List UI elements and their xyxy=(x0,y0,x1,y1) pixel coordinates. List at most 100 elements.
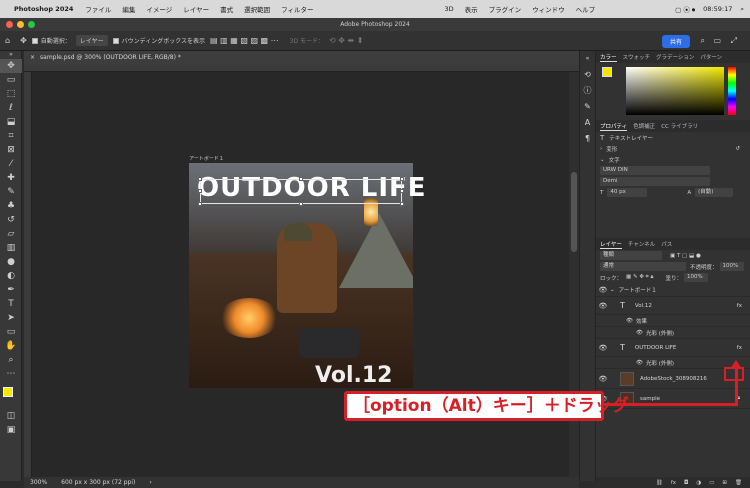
layer-row-vol12[interactable]: 👁︎ T Vol.12 fx xyxy=(596,297,750,315)
chevron-down-icon[interactable]: ⌄ xyxy=(600,157,605,163)
expand-icon[interactable]: ⤢ xyxy=(731,36,737,46)
paragraph-panel-icon[interactable]: ¶ xyxy=(580,131,595,147)
visibility-eye-icon[interactable]: 👁︎ xyxy=(636,360,643,366)
character-label[interactable]: 文字 xyxy=(609,156,620,164)
transform-section[interactable]: › 変形 ↺ xyxy=(596,143,750,154)
menu-view[interactable]: 表示 xyxy=(465,4,478,14)
menu-3d[interactable]: 3D xyxy=(444,5,453,13)
document-tab-title[interactable]: sample.psd @ 300% (OUTDOOR LIFE, RGB/8) … xyxy=(40,54,181,61)
add-mask-icon[interactable]: ◘ xyxy=(684,480,688,486)
transform-label[interactable]: 変形 xyxy=(606,145,617,153)
tab-libraries[interactable]: CC ライブラリ xyxy=(661,122,698,130)
zoom-tool-icon[interactable]: ⌕ xyxy=(0,353,22,367)
home-icon[interactable]: ⌂ xyxy=(5,36,10,45)
tab-properties[interactable]: プロパティ xyxy=(600,122,628,131)
maximize-window-icon[interactable] xyxy=(28,21,35,28)
layer-filter-icons[interactable]: ▣ T ▢ ⬓ ● xyxy=(670,253,701,259)
path-select-tool-icon[interactable]: ➤ xyxy=(0,311,22,325)
quick-mask-icon[interactable]: ◫ xyxy=(0,409,22,423)
menu-edit[interactable]: 編集 xyxy=(122,4,135,14)
chevron-down-icon[interactable]: ⌄ xyxy=(610,287,615,293)
visibility-eye-icon[interactable]: 👁︎ xyxy=(626,318,633,324)
bounding-box-checkbox[interactable] xyxy=(112,37,119,44)
tab-patterns[interactable]: パターン xyxy=(700,53,722,61)
effect-name[interactable]: 光彩 (外側) xyxy=(646,329,674,337)
menu-window[interactable]: ウィンドウ xyxy=(532,4,565,14)
crop-tool-icon[interactable]: ⌗ xyxy=(0,129,22,143)
info-panel-icon[interactable]: ⓘ xyxy=(580,83,595,99)
menu-file[interactable]: ファイル xyxy=(85,4,111,14)
app-name-menu[interactable]: Photoshop 2024 xyxy=(14,5,73,13)
effects-row[interactable]: 👁︎ 効果 xyxy=(596,315,750,327)
stamp-tool-icon[interactable]: ♣ xyxy=(0,199,22,213)
character-panel-icon[interactable]: A xyxy=(580,115,595,131)
vol-text-layer[interactable]: Vol.12 xyxy=(315,365,392,387)
tab-layers[interactable]: レイヤー xyxy=(600,240,622,249)
tab-adjustments[interactable]: 色調補正 xyxy=(633,122,655,130)
visibility-eye-icon[interactable]: 👁︎ xyxy=(596,286,610,294)
tab-color[interactable]: カラー xyxy=(600,53,617,62)
search-icon[interactable]: ⌕ xyxy=(740,5,744,14)
object-select-tool-icon[interactable]: ⬓ xyxy=(0,115,22,129)
tab-swatches[interactable]: スウォッチ xyxy=(623,53,651,61)
scrollbar-thumb[interactable] xyxy=(571,172,577,252)
menu-layer[interactable]: レイヤー xyxy=(183,4,209,14)
panel-grip-icon[interactable]: « xyxy=(580,51,595,67)
transform-handle[interactable] xyxy=(198,202,202,206)
trash-icon[interactable]: 🗑︎ xyxy=(735,480,742,486)
eyedropper-tool-icon[interactable]: ⁄ xyxy=(0,157,22,171)
transform-bounding-box[interactable] xyxy=(198,177,404,206)
foreground-color-chip[interactable] xyxy=(602,67,612,77)
screen-mode-icon[interactable]: ▣ xyxy=(0,423,22,437)
saturation-field[interactable] xyxy=(626,67,724,115)
more-tools-icon[interactable]: ⋯ xyxy=(0,367,22,381)
artboard-label[interactable]: アートボード１ xyxy=(189,155,224,162)
effect-row-outer-glow[interactable]: 👁︎ 光彩 (外側) xyxy=(596,327,750,339)
workspace-icon[interactable]: ▭ xyxy=(713,36,721,45)
transform-handle[interactable] xyxy=(400,189,404,193)
link-layers-icon[interactable]: ⛓ xyxy=(656,480,663,486)
layer-name[interactable]: アートボード１ xyxy=(619,286,657,294)
fill-input[interactable]: 100% xyxy=(683,273,708,282)
brush-panel-icon[interactable]: ✎ xyxy=(580,99,595,115)
leading-input[interactable]: (自動) xyxy=(695,188,734,197)
auto-select-checkbox[interactable] xyxy=(31,37,38,44)
effect-name[interactable]: 光彩 (外側) xyxy=(646,359,674,367)
menu-help[interactable]: ヘルプ xyxy=(576,4,596,14)
reset-icon[interactable]: ↺ xyxy=(735,146,740,152)
adjustment-layer-icon[interactable]: ◑ xyxy=(696,480,701,486)
transform-handle[interactable] xyxy=(198,177,202,181)
layer-row-outdoor-life[interactable]: 👁︎ T OUTDOOR LIFE fx xyxy=(596,339,750,357)
dodge-tool-icon[interactable]: ◐ xyxy=(0,269,22,283)
layer-name[interactable]: OUTDOOR LIFE xyxy=(635,345,677,351)
lasso-tool-icon[interactable]: ℓ xyxy=(0,101,22,115)
panel-grip-icon[interactable]: » xyxy=(0,51,22,59)
fx-icon[interactable]: fx xyxy=(737,345,742,351)
fx-icon[interactable]: fx xyxy=(737,303,742,309)
zoom-level[interactable]: 300% xyxy=(30,479,47,486)
document-size[interactable]: 600 px x 300 px (72 ppi) xyxy=(61,479,135,486)
effect-group-name[interactable]: 効果 xyxy=(636,317,647,325)
blend-mode-select[interactable]: 通常 xyxy=(600,262,686,271)
pen-tool-icon[interactable]: ✒ xyxy=(0,283,22,297)
3d-mode-icons[interactable]: ⟲ ✥ ⬌ ⬍ xyxy=(329,36,363,45)
visibility-eye-icon[interactable]: 👁︎ xyxy=(596,375,610,383)
transform-handle[interactable] xyxy=(299,202,303,206)
frame-tool-icon[interactable]: ⊠ xyxy=(0,143,22,157)
visibility-eye-icon[interactable]: 👁︎ xyxy=(636,330,643,336)
layer-filter-select[interactable]: 種類 xyxy=(600,251,662,260)
transform-handle[interactable] xyxy=(400,202,404,206)
marquee-tool-icon[interactable]: ⬚ xyxy=(0,87,22,101)
healing-brush-tool-icon[interactable]: ✚ xyxy=(0,171,22,185)
history-panel-icon[interactable]: ⟲ xyxy=(580,67,595,83)
hand-tool-icon[interactable]: ✋ xyxy=(0,339,22,353)
move-tool-icon[interactable]: ✥ xyxy=(0,59,22,73)
layer-dropdown[interactable]: レイヤー xyxy=(75,35,108,46)
eraser-tool-icon[interactable]: ▱ xyxy=(0,227,22,241)
transform-handle[interactable] xyxy=(299,177,303,181)
color-swatches[interactable] xyxy=(0,381,21,409)
type-tool-icon[interactable]: T xyxy=(0,297,22,311)
status-arrow-icon[interactable]: › xyxy=(149,479,151,486)
visibility-eye-icon[interactable]: 👁︎ xyxy=(596,302,610,310)
minimize-window-icon[interactable] xyxy=(17,21,24,28)
